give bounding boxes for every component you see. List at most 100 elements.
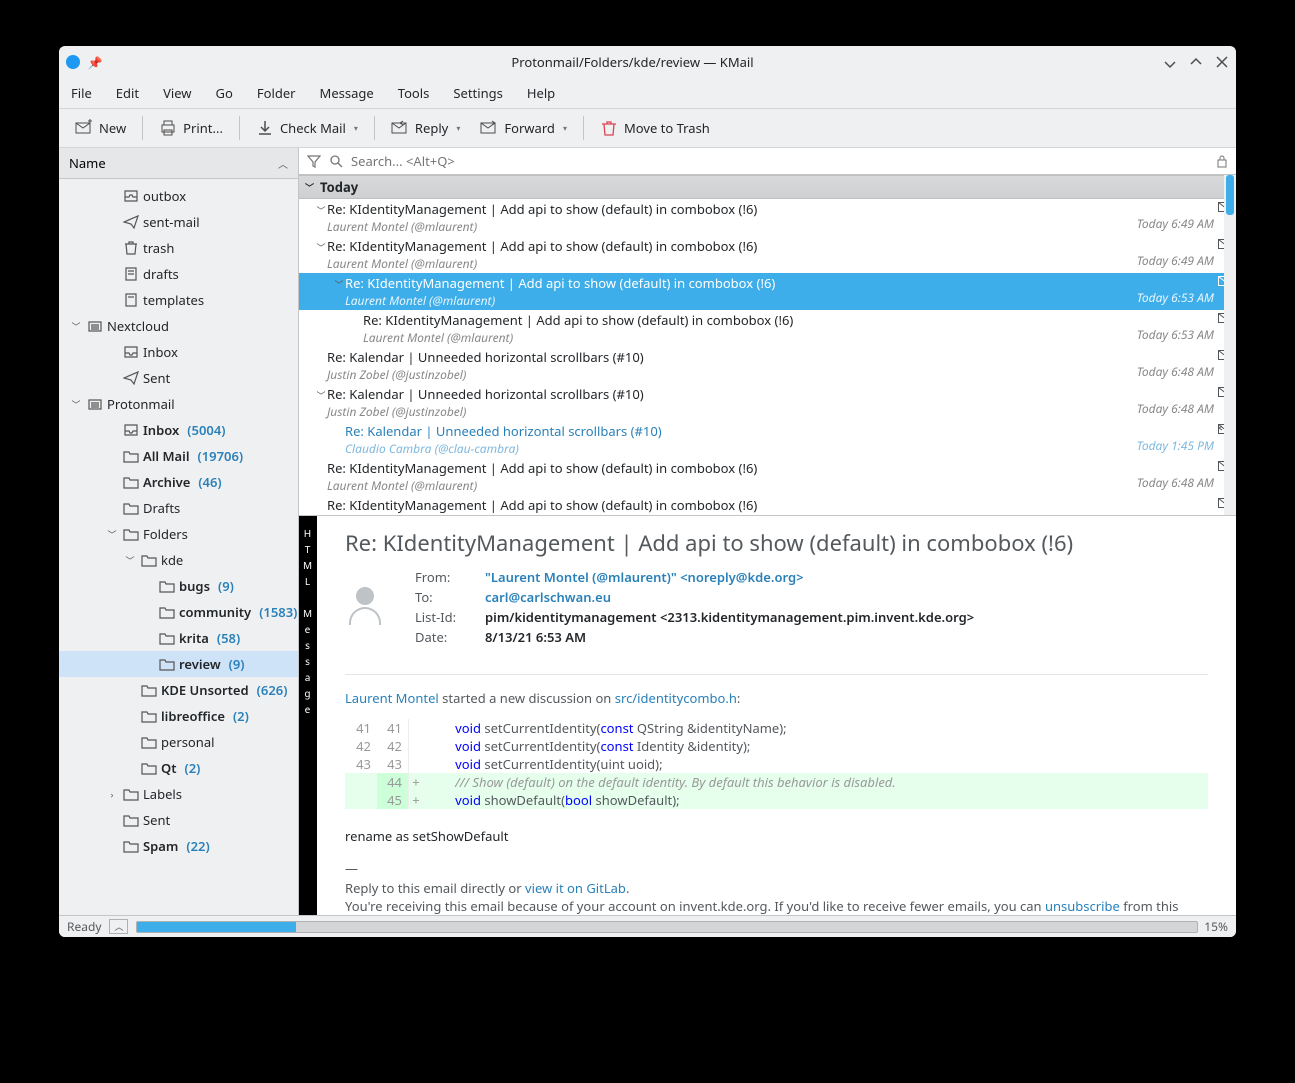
folder-label: Sent — [143, 369, 170, 387]
folder-drafts[interactable]: Drafts — [59, 495, 298, 521]
status-text: Ready — [67, 918, 101, 935]
avatar — [345, 587, 405, 627]
folder-templates[interactable]: templates — [59, 287, 298, 313]
app-icon — [65, 54, 81, 70]
filter-icon[interactable] — [307, 154, 321, 168]
menu-folder[interactable]: Folder — [257, 84, 296, 102]
chevron-down-icon: ▾ — [456, 123, 460, 134]
folder-outbox[interactable]: outbox — [59, 183, 298, 209]
progress-percent: 15% — [1204, 918, 1228, 935]
message-row[interactable]: ﹀Re: KIdentityManagement | Add api to sh… — [299, 273, 1236, 310]
chevron-icon: ﹀ — [105, 528, 119, 541]
folder-krita[interactable]: krita(58) — [59, 625, 298, 651]
author-link[interactable]: Laurent Montel — [345, 689, 439, 707]
reply-button[interactable]: Reply ▾ — [383, 113, 468, 143]
search-bar — [299, 148, 1236, 175]
menu-file[interactable]: File — [71, 84, 92, 102]
message-subject: Re: Kalendar | Unneeded horizontal scrol… — [327, 385, 644, 403]
chevron-down-icon: ﹀ — [315, 241, 327, 254]
group-header[interactable]: ﹀ Today — [299, 175, 1236, 199]
folder-qt[interactable]: Qt(2) — [59, 755, 298, 781]
folder-personal[interactable]: personal — [59, 729, 298, 755]
minimize-button[interactable] — [1162, 54, 1178, 70]
folder-review[interactable]: review(9) — [59, 651, 298, 677]
from-value[interactable]: "Laurent Montel (@mlaurent)" <noreply@kd… — [485, 568, 1208, 586]
folder-icon — [159, 604, 175, 620]
message-row[interactable]: ﹀Re: KIdentityManagement | Add api to sh… — [299, 199, 1236, 236]
chevron-up-icon[interactable]: ︿ — [109, 919, 128, 934]
sent-icon — [123, 214, 139, 230]
check-mail-button[interactable]: Check Mail ▾ — [248, 113, 366, 143]
folder-community[interactable]: community(1583) — [59, 599, 298, 625]
progress-bar — [136, 921, 1198, 933]
separator — [239, 116, 240, 140]
search-icon[interactable] — [329, 154, 343, 168]
file-link[interactable]: src/identitycombo.h — [615, 689, 737, 707]
menu-help[interactable]: Help — [527, 84, 555, 102]
message-row[interactable]: Re: KIdentityManagement | Add api to sho… — [299, 310, 1236, 347]
search-input[interactable] — [351, 152, 1208, 170]
menu-go[interactable]: Go — [216, 84, 233, 102]
message-time: Today 6:48 AM — [1137, 474, 1214, 491]
folder-sent[interactable]: Sent — [59, 807, 298, 833]
message-row[interactable]: ﹀Re: Kalendar | Unneeded horizontal scro… — [299, 384, 1236, 421]
message-subject: Re: KIdentityManagement | Add api to sho… — [327, 200, 757, 218]
unread-count: (58) — [217, 629, 240, 647]
message-row[interactable]: ﹀Re: KIdentityManagement | Add api to sh… — [299, 236, 1236, 273]
menu-settings[interactable]: Settings — [453, 84, 502, 102]
unread-count: (9) — [218, 577, 234, 595]
folder-sent-mail[interactable]: sent-mail — [59, 209, 298, 235]
folder-icon — [141, 682, 157, 698]
message-row[interactable]: Re: KIdentityManagement | Add api to sho… — [299, 495, 1236, 515]
unread-count: (5004) — [187, 421, 225, 439]
folder-labels[interactable]: › Labels — [59, 781, 298, 807]
close-button[interactable] — [1214, 54, 1230, 70]
folder-kde[interactable]: ﹀ kde — [59, 547, 298, 573]
folder-nextcloud[interactable]: ﹀ Nextcloud — [59, 313, 298, 339]
folder-label: Inbox — [143, 343, 178, 361]
unsubscribe-link[interactable]: unsubscribe — [1045, 897, 1120, 915]
new-button[interactable]: New — [67, 113, 134, 143]
folder-label: Labels — [143, 785, 182, 803]
menu-message[interactable]: Message — [320, 84, 374, 102]
folder-inbox[interactable]: Inbox (5004) — [59, 417, 298, 443]
menu-view[interactable]: View — [163, 84, 191, 102]
folder-libreoffice[interactable]: libreoffice(2) — [59, 703, 298, 729]
folder-spam[interactable]: Spam(22) — [59, 833, 298, 859]
listid-label: List-Id: — [415, 608, 475, 626]
message-row[interactable]: Re: Kalendar | Unneeded horizontal scrol… — [299, 347, 1236, 384]
message-subject: Re: KIdentityManagement | Add api to sho… — [327, 459, 757, 477]
folder-bugs[interactable]: bugs(9) — [59, 573, 298, 599]
maximize-button[interactable] — [1188, 54, 1204, 70]
message-from: Laurent Montel (@mlaurent) — [299, 218, 1216, 235]
message-row[interactable]: Re: KIdentityManagement | Add api to sho… — [299, 458, 1236, 495]
message-body: Laurent Montel started a new discussion … — [345, 674, 1208, 915]
separator — [374, 116, 375, 140]
pin-icon[interactable]: 📌 — [87, 54, 103, 70]
folder-protonmail[interactable]: ﹀ Protonmail — [59, 391, 298, 417]
message-row[interactable]: Re: Kalendar | Unneeded horizontal scrol… — [299, 421, 1236, 458]
to-value[interactable]: carl@carlschwan.eu — [485, 588, 1208, 606]
folder-sent[interactable]: Sent — [59, 365, 298, 391]
folder-archive[interactable]: Archive(46) — [59, 469, 298, 495]
folder-all-mail[interactable]: All Mail(19706) — [59, 443, 298, 469]
window-title: Protonmail/Folders/kde/review — KMail — [103, 53, 1162, 71]
message-time: Today 6:48 AM — [1137, 400, 1214, 417]
folder-inbox[interactable]: Inbox — [59, 339, 298, 365]
sidebar-header[interactable]: Name ︿ — [59, 148, 298, 179]
print-button[interactable]: Print... — [151, 113, 231, 143]
folder-label: Inbox — [143, 421, 179, 439]
move-to-trash-button[interactable]: Move to Trash — [592, 113, 718, 143]
to-label: To: — [415, 588, 475, 606]
menu-tools[interactable]: Tools — [398, 84, 430, 102]
folder-folders[interactable]: ﹀ Folders — [59, 521, 298, 547]
folder-trash[interactable]: trash — [59, 235, 298, 261]
menu-edit[interactable]: Edit — [116, 84, 139, 102]
scrollbar-thumb[interactable] — [1226, 175, 1234, 215]
folder-drafts[interactable]: drafts — [59, 261, 298, 287]
view-gitlab-link[interactable]: view it on GitLab — [525, 879, 626, 897]
lock-icon[interactable] — [1216, 154, 1228, 168]
folder-kde-unsorted[interactable]: KDE Unsorted(626) — [59, 677, 298, 703]
html-message-strip[interactable]: HTML Message — [299, 516, 317, 915]
forward-button[interactable]: Forward ▾ — [472, 113, 575, 143]
